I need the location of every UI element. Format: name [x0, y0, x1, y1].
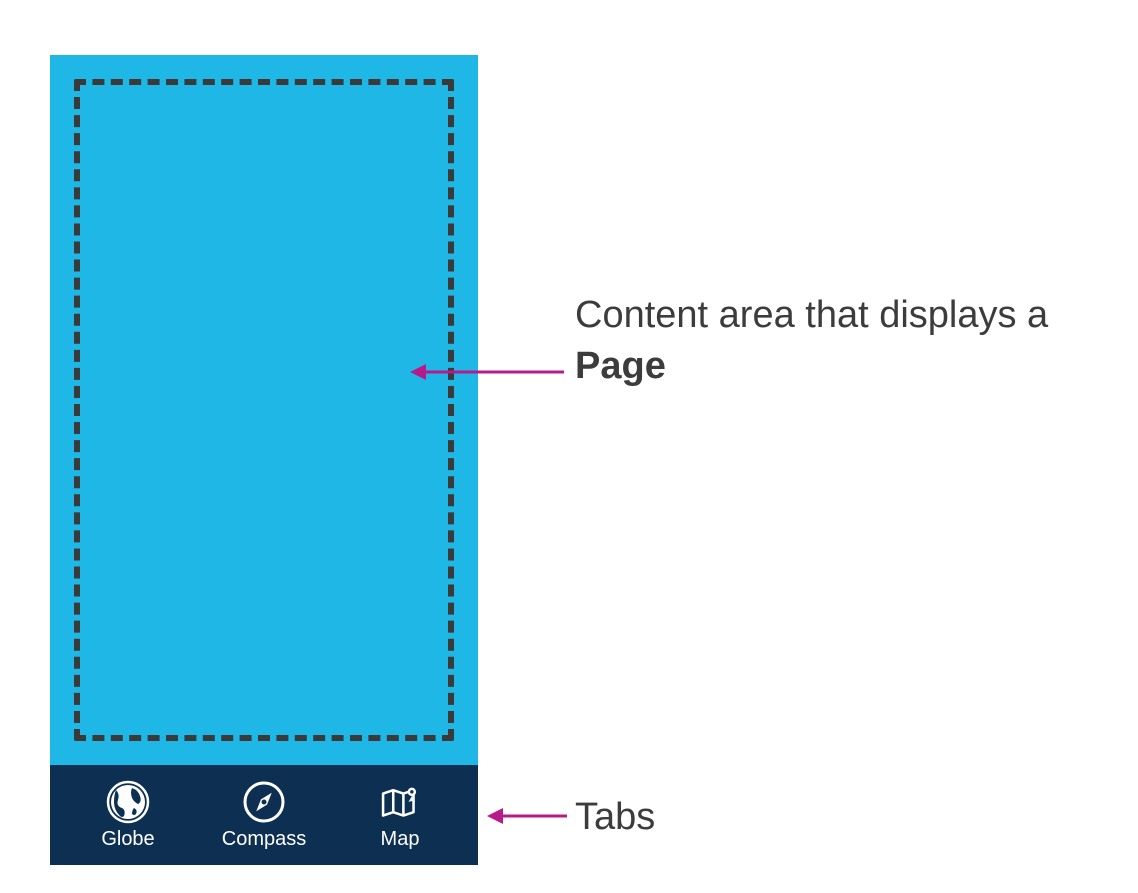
content-area [50, 55, 478, 765]
annotation-tabs: Tabs [575, 792, 655, 843]
globe-icon [106, 780, 150, 824]
page-placeholder [74, 79, 454, 741]
tab-bar: Globe Compass [50, 765, 478, 865]
annotation-content-text: Content area that displays a [575, 294, 1048, 336]
tab-label-map: Map [381, 828, 420, 851]
arrow-tabs [485, 804, 570, 828]
tab-label-compass: Compass [222, 828, 306, 851]
tab-map[interactable]: Map [350, 780, 450, 851]
tab-globe[interactable]: Globe [78, 780, 178, 851]
annotation-content-bold: Page [575, 345, 666, 387]
tab-compass[interactable]: Compass [214, 780, 314, 851]
compass-icon [242, 780, 286, 824]
arrow-content-area [408, 360, 568, 384]
phone-frame: Globe Compass [50, 55, 478, 865]
map-icon [378, 780, 422, 824]
annotation-tabs-text: Tabs [575, 796, 655, 838]
tab-label-globe: Globe [101, 828, 154, 851]
annotation-content-area: Content area that displays a Page [575, 290, 1055, 393]
